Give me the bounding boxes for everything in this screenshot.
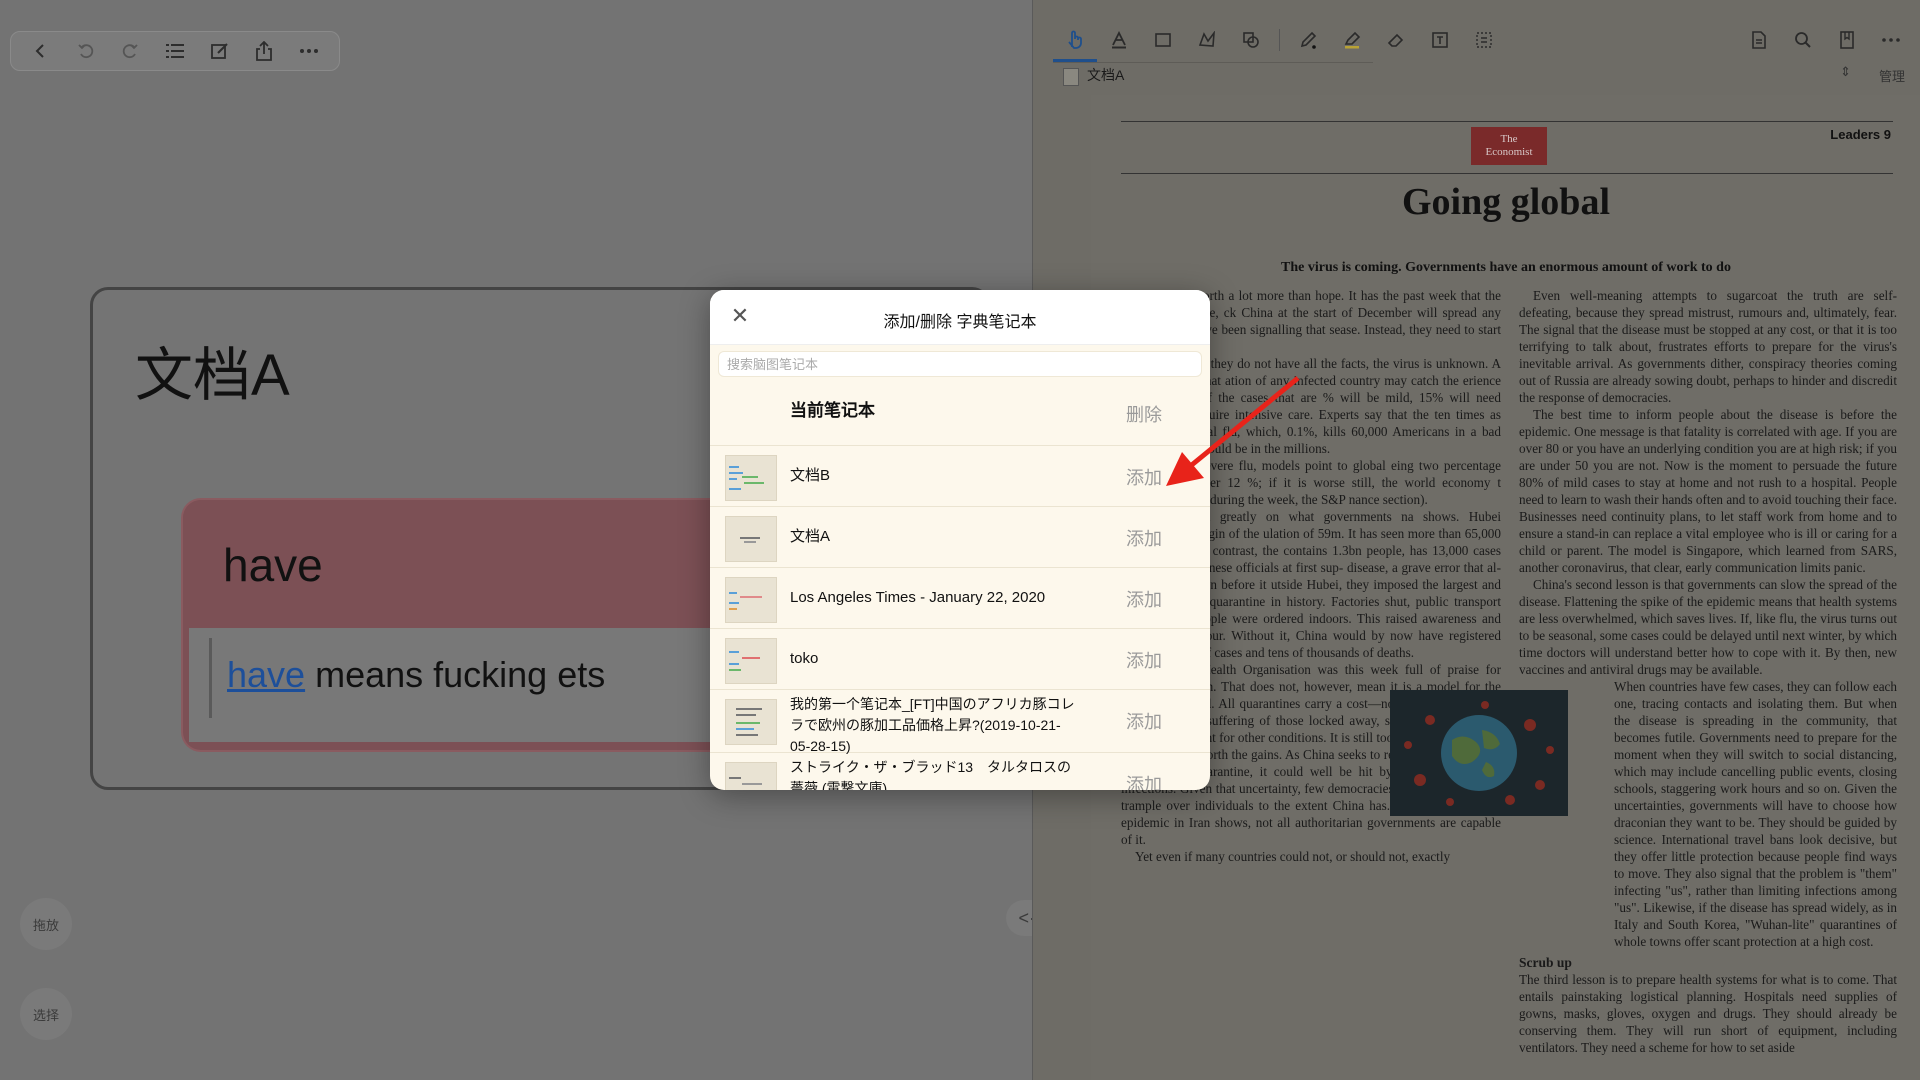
notebook-row[interactable]: 我的第一个笔记本_[FT]中国のアフリカ豚コレラで欧州の豚加工品価格上昇?(20… (710, 690, 1210, 754)
notebook-thumbnail (725, 516, 777, 562)
add-button[interactable]: 添加 (1126, 525, 1162, 551)
article-column-2: Even well-meaning attempts to sugarcoat … (1519, 287, 1897, 1077)
undo-icon[interactable] (72, 37, 100, 65)
notebook-row[interactable]: toko 添加 (710, 629, 1210, 690)
edit-icon[interactable] (206, 37, 234, 65)
notebook-thumbnail (725, 699, 777, 745)
add-button[interactable]: 添加 (1126, 647, 1162, 673)
lasso-icon[interactable] (1185, 18, 1229, 62)
document-tab[interactable]: 文档A (1053, 62, 1373, 87)
left-toolbar (10, 31, 340, 71)
search-input[interactable]: 搜索脑图笔记本 (718, 351, 1202, 377)
quote-bar (209, 638, 212, 718)
paragraph: The best time to inform people about the… (1519, 407, 1897, 575)
add-button[interactable]: 添加 (1126, 586, 1162, 612)
notebook-thumbnail (725, 577, 777, 623)
drag-button[interactable]: 拖放 (20, 898, 72, 950)
definition-word-link[interactable]: have (227, 654, 305, 695)
current-notebook-label: 当前笔记本 (790, 401, 875, 420)
crop-icon[interactable] (1462, 18, 1506, 62)
document-thumb-icon (1063, 68, 1079, 86)
logo-line-2: Economist (1485, 146, 1533, 158)
add-button[interactable]: 添加 (1126, 464, 1162, 490)
document-tab-label: 文档A (1087, 67, 1125, 83)
virus-globe-image (1390, 690, 1568, 816)
article-headline: Going global (1402, 181, 1610, 223)
article-subhead: The virus is coming. Governments have an… (1281, 260, 1731, 275)
definition-text: have means fucking ets (227, 654, 605, 696)
notebook-name: Los Angeles Times - January 22, 2020 (790, 589, 1046, 606)
notebook-name: 我的第一个笔记本_[FT]中国のアフリカ豚コレラで欧州の豚加工品価格上昇?(20… (790, 696, 1075, 754)
pen-icon[interactable] (1286, 18, 1330, 62)
add-button[interactable]: 添加 (1126, 771, 1162, 790)
section-heading: Scrub up (1519, 955, 1572, 970)
economist-logo: The Economist (1471, 127, 1547, 165)
redo-icon[interactable] (116, 37, 144, 65)
notebook-name: 文档B (790, 467, 831, 484)
section-label: Leaders 9 (1830, 127, 1891, 142)
hand-icon[interactable] (1053, 18, 1097, 62)
delete-button[interactable]: 删除 (1126, 401, 1162, 427)
textbox-icon[interactable] (1418, 18, 1462, 62)
select-button[interactable]: 选择 (20, 988, 72, 1040)
share-icon[interactable] (250, 37, 278, 65)
page-rule-top (1121, 121, 1893, 122)
bookmark-icon[interactable] (1825, 18, 1869, 62)
notebook-thumbnail (725, 762, 777, 790)
notebook-row[interactable]: 文档B 添加 (710, 446, 1210, 507)
paragraph: Yet even if many countries could not, or… (1135, 849, 1451, 864)
notebook-thumbnail (725, 455, 777, 501)
pdf-page: The Economist Leaders 9 Going global The … (1091, 95, 1920, 1080)
paragraph: The third lesson is to prepare health sy… (1519, 972, 1897, 1055)
notebook-row[interactable]: 文档A 添加 (710, 507, 1210, 568)
sort-icon[interactable]: ⇕ (1840, 64, 1851, 80)
notebook-dialog: ✕ 添加/删除 字典笔记本 搜索脑图笔记本 当前笔记本 删除 文档B 添加 文档… (710, 290, 1210, 790)
notebook-row[interactable]: Los Angeles Times - January 22, 2020 添加 (710, 568, 1210, 629)
logo-line-1: The (1500, 133, 1518, 145)
current-notebook-row: 当前笔记本 删除 (710, 383, 1210, 446)
pdf-toolbar (1033, 18, 1920, 62)
shapes-icon[interactable] (1229, 18, 1273, 62)
add-button[interactable]: 添加 (1126, 708, 1162, 734)
notebook-row[interactable]: ストライク・ザ・ブラッド13 タルタロスの薔薇 (電撃文庫) 添加 (710, 753, 1210, 790)
toolbar-divider (1279, 29, 1280, 51)
page-rule-mid (1121, 173, 1893, 174)
highlighter-icon[interactable] (1330, 18, 1374, 62)
definition-rest: means fucking ets (305, 654, 606, 695)
notebook-thumbnail (725, 638, 777, 684)
notebook-name: ストライク・ザ・ブラッド13 タルタロスの薔薇 (電撃文庫) (790, 759, 1072, 790)
rect-select-icon[interactable] (1141, 18, 1185, 62)
document-icon[interactable] (1737, 18, 1781, 62)
manage-button[interactable]: 管理 (1879, 66, 1905, 85)
dialog-title: 添加/删除 字典笔记本 (883, 314, 1037, 331)
paragraph: Even well-meaning attempts to sugarcoat … (1519, 288, 1897, 405)
notebook-name: 文档A (790, 528, 831, 545)
document-title: 文档A (135, 343, 290, 408)
text-highlight-icon[interactable] (1097, 18, 1141, 62)
paragraph: China's second lesson is that government… (1519, 577, 1897, 677)
back-icon[interactable] (27, 37, 55, 65)
more-icon[interactable] (295, 37, 323, 65)
eraser-icon[interactable] (1374, 18, 1418, 62)
list-icon[interactable] (161, 37, 189, 65)
dialog-header: ✕ 添加/删除 字典笔记本 (710, 290, 1210, 345)
search-icon[interactable] (1781, 18, 1825, 62)
paragraph: When countries have few cases, they can … (1614, 679, 1897, 949)
more-icon[interactable] (1869, 18, 1913, 62)
word-label: have (223, 539, 323, 591)
notebook-name: toko (790, 650, 819, 667)
